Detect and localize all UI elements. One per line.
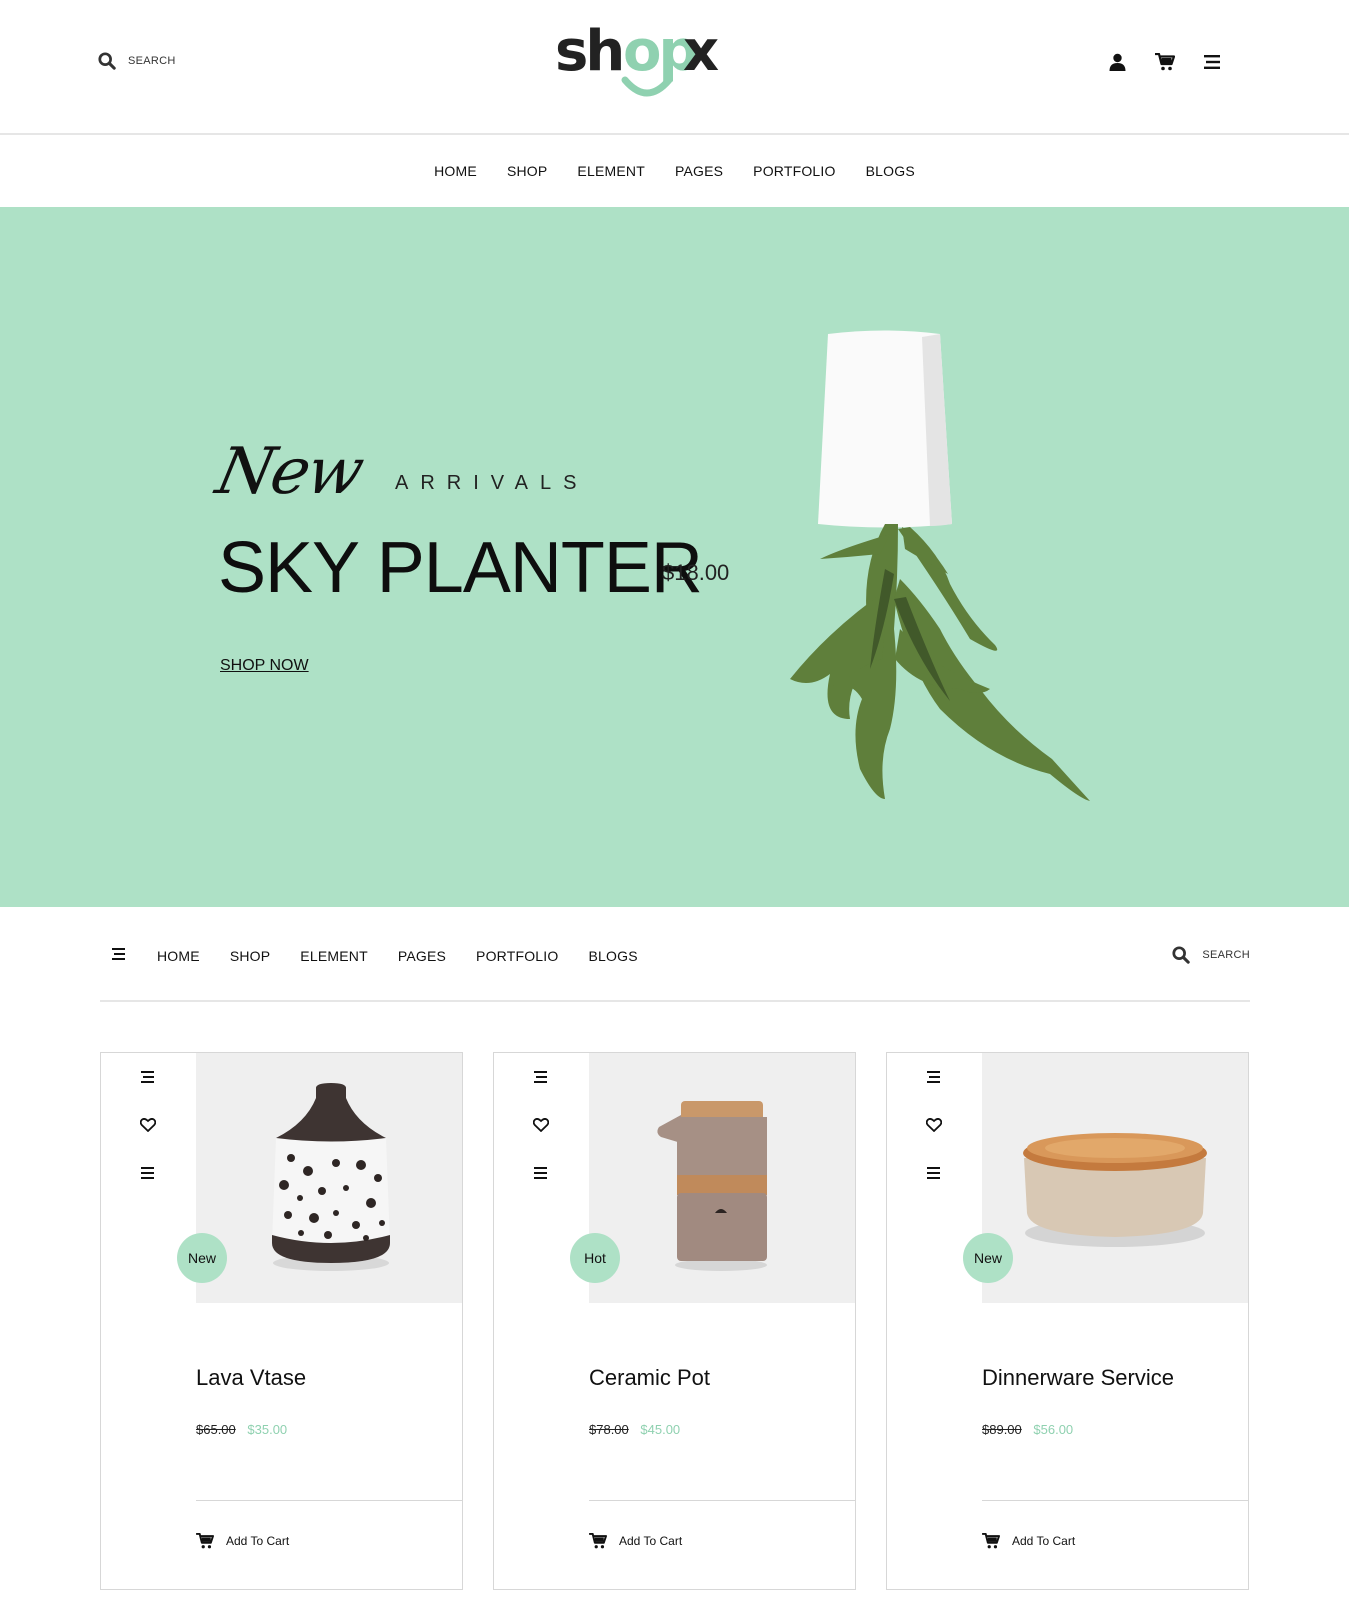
- add-to-cart-label: Add To Cart: [226, 1534, 290, 1548]
- main-nav-portfolio[interactable]: PORTFOLIO: [753, 163, 835, 179]
- product-card: Hot Ceramic Pot $78.00 $45.00 Add To Car…: [493, 1052, 856, 1590]
- compare-button[interactable]: [532, 1164, 550, 1182]
- menu-button[interactable]: [1203, 50, 1223, 74]
- shopx-logo: sh op x: [555, 19, 719, 97]
- secondary-nav-pages[interactable]: PAGES: [398, 948, 446, 964]
- product-name[interactable]: Ceramic Pot: [589, 1365, 710, 1391]
- card-divider: [982, 1500, 1248, 1501]
- compare-button[interactable]: [139, 1164, 157, 1182]
- product-prices: $65.00 $35.00: [196, 1422, 287, 1437]
- product-price: $35.00: [247, 1422, 288, 1437]
- secondary-nav-shop[interactable]: SHOP: [230, 948, 270, 964]
- add-to-cart-button[interactable]: Add To Cart: [196, 1533, 289, 1549]
- secondary-nav-links: HOME SHOP ELEMENT PAGES PORTFOLIO BLOGS: [112, 947, 668, 965]
- product-price: $45.00: [640, 1422, 681, 1437]
- add-to-cart-label: Add To Cart: [1012, 1534, 1076, 1548]
- secondary-nav-home[interactable]: HOME: [157, 948, 200, 964]
- header-search-label: SEARCH: [128, 55, 176, 67]
- card-divider: [589, 1500, 855, 1501]
- dinnerware-image: [1023, 1133, 1207, 1247]
- cart-icon: [196, 1533, 214, 1549]
- header-actions: [1107, 50, 1223, 74]
- cart-icon: [1155, 53, 1175, 71]
- add-to-cart-button[interactable]: Add To Cart: [982, 1533, 1075, 1549]
- sky-planter-image: [790, 330, 1090, 801]
- lava-vase-image: [272, 1083, 390, 1271]
- product-name[interactable]: Lava Vtase: [196, 1365, 306, 1391]
- main-nav-element[interactable]: ELEMENT: [577, 163, 645, 179]
- svg-text:x: x: [683, 19, 719, 84]
- menu-icon: [1204, 55, 1220, 69]
- ceramic-pot-image: [657, 1101, 767, 1271]
- heart-icon: [533, 1118, 549, 1132]
- main-nav: HOME SHOP ELEMENT PAGES PORTFOLIO BLOGS: [0, 135, 1349, 207]
- search-icon: [98, 52, 116, 70]
- search-icon: [1172, 946, 1191, 964]
- heart-icon: [926, 1118, 942, 1132]
- product-card: New Dinnerware Service $89.00 $56.00 Add…: [886, 1052, 1249, 1590]
- product-prices: $89.00 $56.00: [982, 1422, 1073, 1437]
- secondary-nav-portfolio[interactable]: PORTFOLIO: [476, 948, 558, 964]
- main-nav-blogs[interactable]: BLOGS: [866, 163, 915, 179]
- cart-icon: [589, 1533, 607, 1549]
- secondary-menu-button[interactable]: [112, 947, 127, 965]
- product-badge: New: [963, 1233, 1013, 1283]
- hero-tagline: ARRIVALS: [395, 472, 589, 494]
- product-prices: $78.00 $45.00: [589, 1422, 680, 1437]
- secondary-nav-element[interactable]: ELEMENT: [300, 948, 368, 964]
- menu-icon: [533, 1071, 547, 1083]
- wishlist-button[interactable]: [139, 1116, 157, 1134]
- quick-view-button[interactable]: [532, 1068, 550, 1086]
- main-nav-home[interactable]: HOME: [434, 163, 477, 179]
- list-icon: [141, 1167, 154, 1179]
- hero-banner: New ARRIVALS SKY PLANTER $18.00 SHOP NOW: [0, 207, 1349, 907]
- wishlist-button[interactable]: [925, 1116, 943, 1134]
- quick-view-button[interactable]: [139, 1068, 157, 1086]
- product-old-price: $89.00: [982, 1422, 1022, 1437]
- svg-text:sh: sh: [555, 19, 622, 84]
- secondary-search[interactable]: SEARCH: [1172, 946, 1250, 964]
- secondary-nav: HOME SHOP ELEMENT PAGES PORTFOLIO BLOGS …: [100, 930, 1250, 1002]
- product-badge: Hot: [570, 1233, 620, 1283]
- list-icon: [534, 1167, 547, 1179]
- product-image[interactable]: [589, 1053, 855, 1303]
- hero-price: $18.00: [662, 560, 730, 585]
- wishlist-button[interactable]: [532, 1116, 550, 1134]
- card-divider: [196, 1500, 462, 1501]
- top-header: SEARCH sh op x: [0, 0, 1349, 135]
- menu-icon: [926, 1071, 940, 1083]
- list-icon: [927, 1167, 940, 1179]
- cart-button[interactable]: [1155, 50, 1175, 74]
- compare-button[interactable]: [925, 1164, 943, 1182]
- heart-icon: [140, 1118, 156, 1132]
- product-card: New Lava Vtase $65.00 $35.00 Add To Cart: [100, 1052, 463, 1590]
- quick-view-button[interactable]: [925, 1068, 943, 1086]
- header-search[interactable]: SEARCH: [98, 52, 176, 70]
- user-icon: [1109, 53, 1125, 71]
- product-old-price: $78.00: [589, 1422, 629, 1437]
- secondary-search-label: SEARCH: [1202, 949, 1250, 961]
- product-name[interactable]: Dinnerware Service: [982, 1365, 1174, 1391]
- menu-icon: [112, 948, 125, 960]
- cart-icon: [982, 1533, 1000, 1549]
- product-old-price: $65.00: [196, 1422, 236, 1437]
- menu-icon: [140, 1071, 154, 1083]
- secondary-nav-blogs[interactable]: BLOGS: [588, 948, 637, 964]
- logo[interactable]: sh op x: [555, 18, 725, 103]
- add-to-cart-label: Add To Cart: [619, 1534, 683, 1548]
- main-nav-shop[interactable]: SHOP: [507, 163, 547, 179]
- hero-script-word: New: [210, 435, 369, 509]
- shop-now-link[interactable]: SHOP NOW: [220, 657, 309, 675]
- user-button[interactable]: [1107, 50, 1127, 74]
- product-badge: New: [177, 1233, 227, 1283]
- hero-title: SKY PLANTER: [218, 528, 703, 608]
- product-image[interactable]: [982, 1053, 1248, 1303]
- product-price: $56.00: [1033, 1422, 1074, 1437]
- product-image[interactable]: [196, 1053, 462, 1303]
- add-to-cart-button[interactable]: Add To Cart: [589, 1533, 682, 1549]
- main-nav-pages[interactable]: PAGES: [675, 163, 723, 179]
